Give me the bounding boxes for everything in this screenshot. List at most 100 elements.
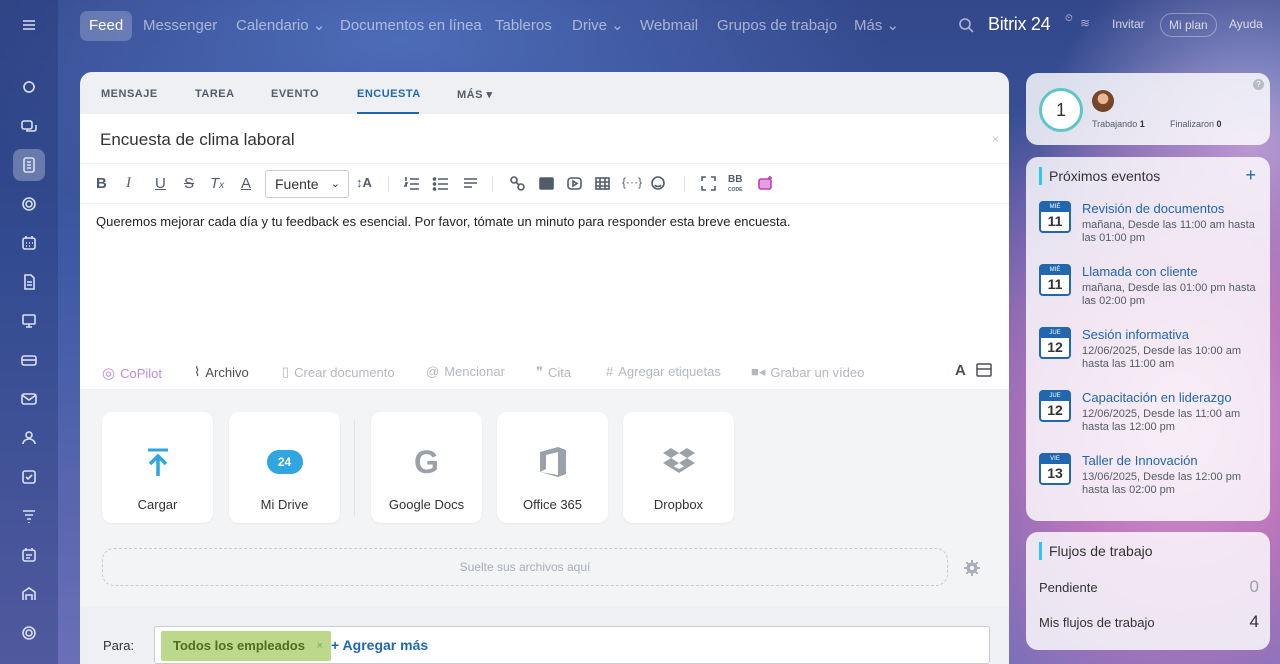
nav-messenger[interactable]: Messenger	[143, 11, 217, 41]
create-document-button[interactable]: ▯ Crear documento	[282, 364, 395, 380]
post-title-input[interactable]: Encuesta de clima laboral	[100, 130, 295, 150]
text-format-icon[interactable]: A	[955, 362, 966, 379]
quote-button[interactable]: ❞ Cita	[536, 364, 571, 380]
italic-icon[interactable]: I	[126, 175, 131, 192]
worktime-counter[interactable]: 1	[1039, 88, 1083, 132]
chat-icon[interactable]	[13, 110, 45, 142]
finished-stat: Finalizaron 0	[1170, 119, 1222, 129]
copilot-icon[interactable]	[13, 188, 45, 220]
my-workflows-row[interactable]: Mis flujos de trabajo 4	[1039, 612, 1259, 631]
event-item[interactable]: JUE 12 Capacitación en liderazgo 12/06/20…	[1039, 390, 1264, 446]
close-icon[interactable]: ×	[992, 132, 999, 146]
calendar-icon[interactable]	[13, 227, 45, 259]
fullscreen-icon[interactable]	[700, 175, 717, 196]
text-color-icon[interactable]: A	[241, 175, 251, 192]
search-icon[interactable]	[958, 17, 974, 33]
planner-icon[interactable]	[13, 539, 45, 571]
link-icon[interactable]	[509, 175, 526, 196]
mail-icon[interactable]	[13, 383, 45, 415]
tags-button[interactable]: # Agregar etiquetas	[606, 364, 721, 379]
copilot-button[interactable]: ◎ CoPilot	[102, 364, 162, 382]
nav-feed[interactable]: Feed	[80, 11, 133, 41]
event-title[interactable]: Revisión de documentos	[1082, 201, 1224, 216]
tab-message[interactable]: MENSAJE	[101, 88, 158, 100]
clear-format-icon[interactable]: Tx	[210, 175, 224, 192]
tab-event[interactable]: EVENTO	[271, 88, 319, 100]
clock-icon: ⏲	[1065, 13, 1073, 24]
tab-more[interactable]: MÁS ▾	[457, 88, 493, 101]
office365-card[interactable]: Office 365	[497, 412, 608, 523]
nav-drive[interactable]: Drive ⌄	[572, 11, 624, 41]
event-time: mañana, Desde las 01:00 pm hasta las 02:…	[1082, 282, 1256, 307]
add-more-link[interactable]: + Agregar más	[331, 637, 428, 653]
font-size-icon[interactable]: ↕A	[356, 175, 372, 190]
avatar[interactable]	[1092, 90, 1114, 112]
font-select[interactable]: Fuente ⌄	[265, 170, 349, 198]
pending-row[interactable]: Pendiente 0	[1039, 577, 1259, 596]
recipient-chip[interactable]: Todos los empleados ×	[161, 631, 331, 661]
post-body[interactable]: Queremos mejorar cada día y tu feedback …	[96, 214, 790, 229]
event-item[interactable]: VIE 13 Taller de Innovación 13/06/2025, D…	[1039, 453, 1264, 509]
bbcode-icon[interactable]: BB CODE	[728, 175, 742, 195]
dropbox-card[interactable]: Dropbox	[623, 412, 734, 523]
groups-icon[interactable]	[13, 422, 45, 454]
file-button[interactable]: ⌇ Archivo	[194, 364, 249, 380]
filter-icon[interactable]	[13, 500, 45, 532]
add-event-icon[interactable]: +	[1245, 165, 1256, 186]
bullet-list-icon[interactable]	[432, 175, 449, 196]
copilot-image-icon[interactable]	[757, 175, 774, 196]
menu-icon[interactable]	[13, 9, 45, 41]
shop-icon[interactable]	[13, 578, 45, 610]
tab-poll[interactable]: ENCUESTA	[357, 88, 421, 100]
working-label: Trabajando	[1092, 119, 1138, 129]
nav-more[interactable]: Más ⌄	[854, 11, 899, 41]
record-video-button[interactable]: ■◂ Grabar un vídeo	[751, 364, 864, 380]
image-icon[interactable]	[538, 175, 555, 196]
settings-icon[interactable]	[13, 617, 45, 649]
event-title[interactable]: Sesión informativa	[1082, 327, 1189, 342]
remove-recipient-icon[interactable]: ×	[317, 631, 323, 661]
board-icon[interactable]	[13, 305, 45, 337]
help-button[interactable]: Ayuda	[1221, 13, 1271, 37]
nav-calendar[interactable]: Calendario ⌄	[236, 11, 325, 41]
my-drive-card[interactable]: 24 Mi Drive	[229, 412, 340, 523]
mention-button[interactable]: @ Mencionar	[426, 364, 505, 379]
dropzone[interactable]: Suelte sus archivos aquí	[102, 548, 948, 586]
event-item[interactable]: MIÉ 11 Llamada con cliente mañana, Desde …	[1039, 264, 1264, 320]
table-icon[interactable]	[594, 175, 611, 196]
tab-task[interactable]: TAREA	[195, 88, 235, 100]
nav-workgroups[interactable]: Grupos de trabajo	[717, 11, 837, 41]
event-item[interactable]: JUE 12 Sesión informativa 12/06/2025, Des…	[1039, 327, 1264, 383]
event-item[interactable]: MIÉ 11 Revisión de documentos mañana, Des…	[1039, 201, 1264, 257]
event-title[interactable]: Capacitación en liderazgo	[1082, 390, 1232, 405]
nav-boards[interactable]: Tableros	[495, 11, 552, 41]
recipients-field[interactable]: Todos los empleados × + Agregar más	[154, 626, 990, 664]
upload-card[interactable]: Cargar	[102, 412, 213, 523]
puzzle-icon[interactable]	[13, 71, 45, 103]
code-icon[interactable]: {···}	[622, 175, 642, 189]
feed-icon[interactable]	[13, 149, 45, 181]
nav-documents[interactable]: Documentos en línea	[340, 11, 482, 41]
document-icon: ▯	[282, 364, 290, 379]
invite-button[interactable]: Invitar	[1104, 13, 1153, 37]
emoji-icon[interactable]	[650, 175, 667, 196]
event-title[interactable]: Taller de Innovación	[1082, 453, 1198, 468]
strikethrough-icon[interactable]: S	[184, 175, 194, 192]
underline-icon[interactable]: U	[155, 175, 166, 192]
video-icon[interactable]	[566, 175, 583, 196]
tasks-icon[interactable]	[13, 461, 45, 493]
align-icon[interactable]	[462, 175, 479, 196]
document-icon[interactable]	[13, 266, 45, 298]
nav-webmail[interactable]: Webmail	[640, 11, 698, 41]
my-plan-button[interactable]: Mi plan	[1160, 13, 1217, 37]
numbered-list-icon[interactable]	[403, 175, 420, 196]
bold-icon[interactable]: B	[96, 175, 107, 192]
calendar-date-icon: MIÉ 11	[1039, 264, 1071, 296]
google-docs-card[interactable]: G Google Docs	[371, 412, 482, 523]
event-title[interactable]: Llamada con cliente	[1082, 264, 1198, 279]
gear-icon[interactable]	[964, 560, 980, 576]
copilot-icon: ◎	[102, 365, 116, 382]
panel-toggle-icon[interactable]	[976, 363, 992, 377]
drive-icon[interactable]	[13, 344, 45, 376]
help-icon[interactable]: ?	[1253, 79, 1264, 90]
